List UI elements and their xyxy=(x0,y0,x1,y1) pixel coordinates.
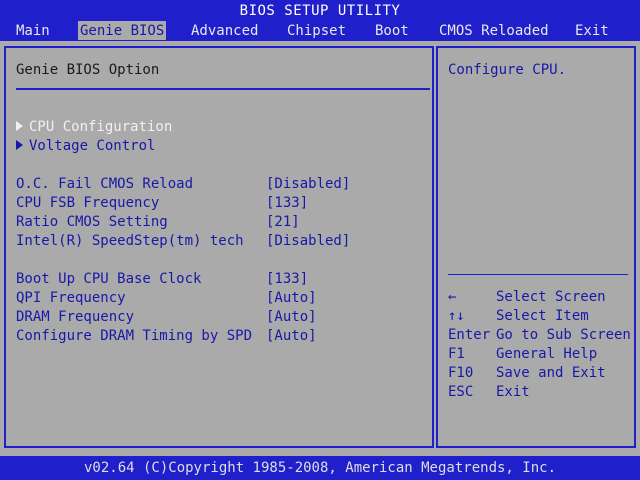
title-bar: BIOS SETUP UTILITY xyxy=(0,0,640,20)
submenu-arrow-icon xyxy=(16,140,23,150)
setting-value[interactable]: [Auto] xyxy=(266,327,317,346)
panel-title: Genie BIOS Option xyxy=(16,62,160,78)
setting-label: CPU FSB Frequency xyxy=(16,195,160,211)
key-desc: General Help xyxy=(496,346,598,362)
title-divider xyxy=(16,88,430,90)
setting-value[interactable]: [133] xyxy=(266,194,308,213)
menu-bar: Main Genie BIOS Advanced Chipset Boot CM… xyxy=(0,20,640,41)
setting-label: Configure DRAM Timing by SPD xyxy=(16,328,253,344)
setting-value[interactable]: [21] xyxy=(266,213,300,232)
setting-label: QPI Frequency xyxy=(16,290,126,306)
key-desc: Save and Exit xyxy=(496,365,606,381)
help-panel: Configure CPU. ← Select Screen ↑↓ Select… xyxy=(436,46,636,448)
setting-value[interactable]: [Disabled] xyxy=(266,232,350,251)
up-down-arrow-icon: ↑↓ xyxy=(448,308,465,324)
key-name: F1 xyxy=(448,346,465,362)
setting-value[interactable]: [Auto] xyxy=(266,308,317,327)
help-divider xyxy=(448,274,628,275)
copyright-text: v02.64 (C)Copyright 1985-2008, American … xyxy=(83,460,556,476)
footer: v02.64 (C)Copyright 1985-2008, American … xyxy=(0,456,640,480)
tab-boot[interactable]: Boot xyxy=(373,21,411,40)
setting-label: Intel(R) SpeedStep(tm) tech xyxy=(16,233,244,249)
key-name: ESC xyxy=(448,384,474,400)
submenu-arrow-icon xyxy=(16,121,23,131)
key-desc: Exit xyxy=(496,384,530,400)
setting-label: O.C. Fail CMOS Reload xyxy=(16,176,194,192)
key-name: F10 xyxy=(448,365,474,381)
key-desc: Select Item xyxy=(496,308,589,324)
tab-advanced[interactable]: Advanced xyxy=(189,21,260,40)
tab-cmos-reloaded[interactable]: CMOS Reloaded xyxy=(437,21,551,40)
submenu-label: Voltage Control xyxy=(29,138,156,154)
key-name: Enter xyxy=(448,327,491,343)
setting-label: Ratio CMOS Setting xyxy=(16,214,168,230)
submenu-label: CPU Configuration xyxy=(29,119,173,135)
app-title: BIOS SETUP UTILITY xyxy=(239,3,401,19)
setting-value[interactable]: [Auto] xyxy=(266,289,317,308)
key-desc: Go to Sub Screen xyxy=(496,327,631,343)
tab-exit[interactable]: Exit xyxy=(573,21,611,40)
submenu-cpu-configuration[interactable]: CPU Configuration xyxy=(16,118,172,137)
tab-main[interactable]: Main xyxy=(14,21,52,40)
key-desc: Select Screen xyxy=(496,289,606,305)
submenu-voltage-control[interactable]: Voltage Control xyxy=(16,137,155,156)
help-text: Configure CPU. xyxy=(448,62,567,78)
left-arrow-icon: ← xyxy=(448,289,457,305)
tab-chipset[interactable]: Chipset xyxy=(285,21,348,40)
setting-value[interactable]: [Disabled] xyxy=(266,175,350,194)
setting-value[interactable]: [133] xyxy=(266,270,308,289)
setting-label: Boot Up CPU Base Clock xyxy=(16,271,202,287)
main-panel: Genie BIOS Option CPU Configuration Volt… xyxy=(4,46,434,448)
setting-label: DRAM Frequency xyxy=(16,309,135,325)
tab-genie-bios[interactable]: Genie BIOS xyxy=(78,21,167,40)
